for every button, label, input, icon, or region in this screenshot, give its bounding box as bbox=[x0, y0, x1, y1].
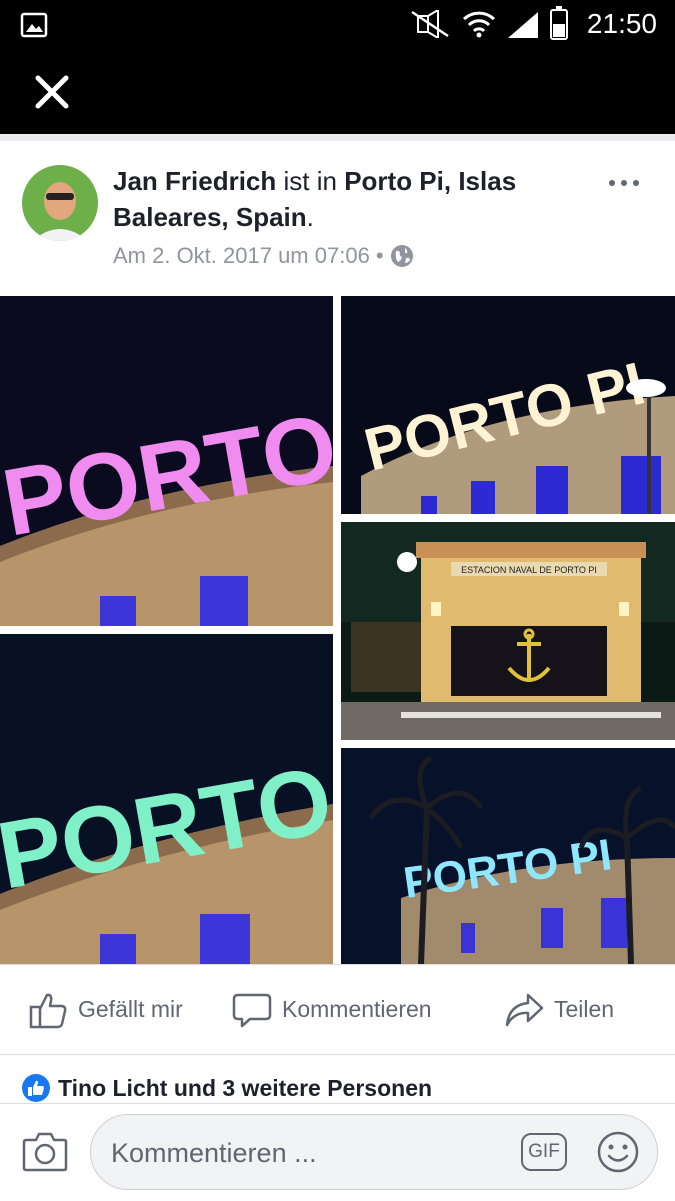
signal-icon bbox=[508, 12, 538, 38]
globe-icon bbox=[390, 245, 413, 267]
post-actions: Gefällt mir Kommentieren Teilen bbox=[0, 964, 675, 1055]
share-icon bbox=[505, 993, 544, 1026]
like-button[interactable]: Gefällt mir bbox=[28, 965, 183, 1054]
emoji-icon[interactable] bbox=[597, 1131, 639, 1173]
author-name[interactable]: Jan Friedrich bbox=[113, 166, 276, 196]
connector-text: ist in bbox=[276, 166, 345, 196]
thumbs-up-icon bbox=[29, 993, 67, 1028]
likes-summary[interactable]: Tino Licht und 3 weitere Personen bbox=[22, 1074, 432, 1102]
battery-icon bbox=[550, 6, 568, 40]
comment-composer: GIF bbox=[0, 1103, 675, 1201]
camera-icon[interactable] bbox=[22, 1130, 68, 1172]
post-timestamp[interactable]: Am 2. Okt. 2017 um 07:06 bbox=[113, 243, 370, 269]
wifi-icon bbox=[462, 11, 496, 38]
post-meta: Am 2. Okt. 2017 um 07:06 • bbox=[113, 243, 414, 269]
mute-icon bbox=[411, 10, 449, 38]
clock: 21:50 bbox=[586, 8, 657, 39]
like-label: Gefällt mir bbox=[78, 996, 183, 1022]
photo-3[interactable]: ESTACION NAVAL DE PORTO PI bbox=[341, 522, 675, 740]
share-button[interactable]: Teilen bbox=[504, 965, 614, 1054]
close-icon[interactable] bbox=[30, 70, 74, 114]
comment-label: Kommentieren bbox=[282, 996, 432, 1022]
avatar[interactable] bbox=[22, 165, 98, 241]
gallery-icon bbox=[20, 12, 48, 38]
photo-4[interactable]: PORTO PI bbox=[0, 634, 333, 964]
gif-button[interactable]: GIF bbox=[521, 1133, 567, 1171]
comment-input[interactable] bbox=[109, 1127, 513, 1179]
photo-5[interactable]: PORTO PI bbox=[341, 748, 675, 964]
gif-label: GIF bbox=[528, 1141, 560, 1162]
share-label: Teilen bbox=[554, 996, 615, 1022]
gate-sign-text: ESTACION NAVAL DE PORTO PI bbox=[461, 565, 597, 575]
meta-separator: • bbox=[369, 243, 390, 268]
more-options-icon[interactable] bbox=[606, 171, 642, 195]
photo-2[interactable]: PORTO PI bbox=[341, 296, 675, 514]
comment-button[interactable]: Kommentieren bbox=[232, 965, 432, 1054]
comment-icon bbox=[232, 993, 272, 1027]
viewer-top-bar bbox=[0, 48, 675, 134]
header-suffix: . bbox=[306, 202, 314, 232]
photo-grid: PORTO PI PORTO PI bbox=[0, 296, 675, 964]
like-badge-icon bbox=[22, 1074, 50, 1102]
photo-1[interactable]: PORTO PI bbox=[0, 296, 333, 626]
comment-input-box: GIF bbox=[90, 1114, 658, 1190]
likes-summary-text: Tino Licht und 3 weitere Personen bbox=[58, 1074, 433, 1101]
status-bar: 21:50 bbox=[0, 0, 675, 48]
post-card: Jan Friedrich ist in Porto Pi, Islas Bal… bbox=[0, 141, 675, 1103]
post-header: Jan Friedrich ist in Porto Pi, Islas Bal… bbox=[113, 163, 583, 235]
